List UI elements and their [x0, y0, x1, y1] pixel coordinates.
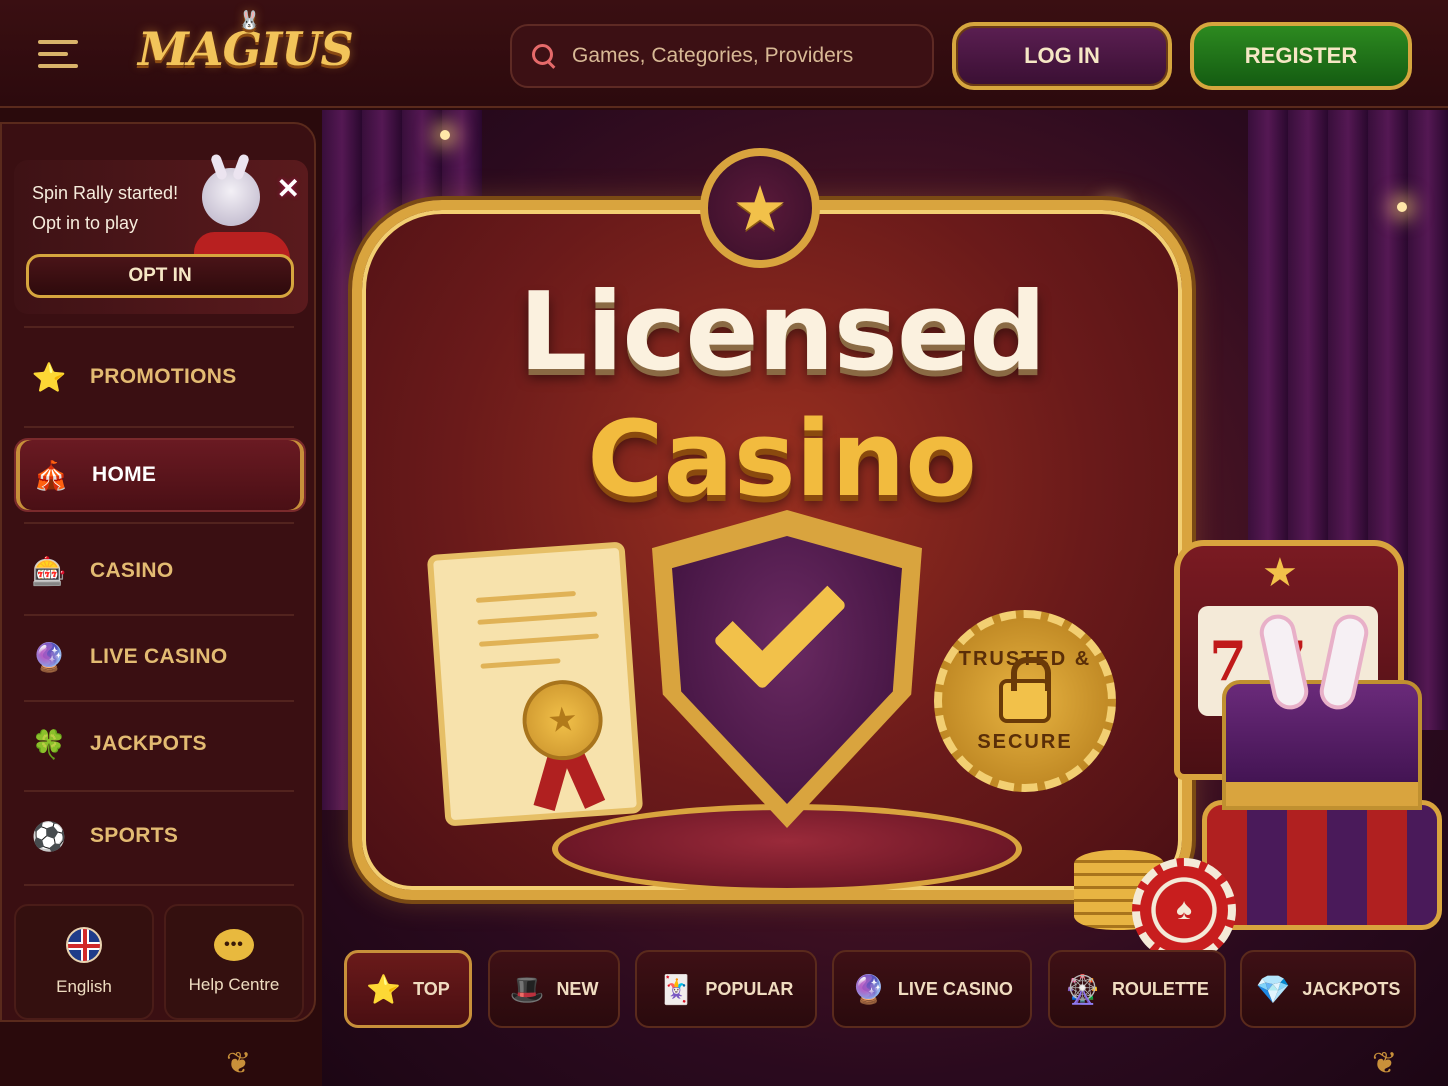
lock-icon — [999, 657, 1051, 723]
magic-hat-icon — [1222, 611, 1422, 810]
circus-tent-icon: 🎪 — [33, 459, 69, 491]
bunny-mascot-icon — [202, 168, 260, 226]
crystal-ball-icon: 🔮 — [851, 973, 886, 1005]
promo-text: Spin Rally started! Opt in to play — [32, 178, 178, 238]
jackpot-777-icon: 🍀 — [31, 728, 67, 760]
poker-chip-icon: ♠ — [1132, 858, 1236, 962]
promo-line2: Opt in to play — [32, 213, 139, 233]
category-jackpots[interactable]: 💎 JACKPOTS — [1240, 950, 1416, 1028]
license-certificate-icon: ★ — [426, 541, 644, 827]
sidebar: Spin Rally started! Opt in to play ✕ OPT… — [0, 122, 316, 1022]
category-new[interactable]: 🎩 NEW — [488, 950, 620, 1028]
circus-drum-icon — [1202, 800, 1442, 930]
divider — [24, 326, 294, 328]
hero-title-line2: Casino — [587, 398, 977, 520]
sidebar-item-live-casino[interactable]: 🔮 LIVE CASINO — [14, 620, 306, 694]
divider — [24, 700, 294, 702]
trusted-secure-seal-icon: TRUSTED & SECURE — [934, 610, 1116, 792]
ornament-right: ❦ — [1372, 1047, 1398, 1080]
star-box-icon: ⭐ — [366, 973, 402, 1005]
search-icon — [530, 42, 558, 70]
uk-flag-icon — [66, 927, 102, 963]
sidebar-item-casino[interactable]: 🎰 CASINO — [14, 534, 306, 608]
search-bar[interactable] — [510, 24, 934, 88]
star-badge-icon: ★ — [700, 148, 820, 268]
divider — [24, 426, 294, 428]
divider — [24, 614, 294, 616]
sidebar-item-jackpots[interactable]: 🍀 JACKPOTS — [14, 707, 306, 781]
bunny-ears-icon: 🐰 — [238, 10, 260, 31]
seal-text-bottom: SECURE — [977, 731, 1073, 753]
opt-in-button[interactable]: OPT IN — [26, 254, 294, 298]
sidebar-item-sports[interactable]: ⚽ SPORTS — [14, 799, 306, 873]
divider — [24, 884, 294, 886]
category-roulette[interactable]: 🎡 ROULETTE — [1048, 950, 1226, 1028]
ornament-left: ❦ — [226, 1047, 252, 1080]
jack-in-box-icon: ⭐ — [31, 361, 67, 393]
top-header: MAGIUS 🐰 LOG IN REGISTER — [0, 0, 1448, 108]
search-input[interactable] — [572, 44, 912, 68]
menu-icon[interactable] — [38, 40, 78, 70]
category-popular[interactable]: 🃏 POPULAR — [635, 950, 817, 1028]
hero-banner[interactable]: ★ Licensed Casino ★ TRUSTED & SECURE ★ 7… — [322, 110, 1448, 1086]
football-trophy-icon: ⚽ — [31, 820, 67, 852]
language-label: English — [56, 977, 112, 996]
category-label: POPULAR — [705, 978, 794, 999]
category-label: JACKPOTS — [1302, 978, 1401, 999]
login-button[interactable]: LOG IN — [952, 22, 1172, 90]
divider — [24, 790, 294, 792]
spotlight — [1397, 202, 1407, 212]
sidebar-item-promotions[interactable]: ⭐ PROMOTIONS — [14, 340, 306, 414]
category-top[interactable]: ⭐ TOP — [344, 950, 472, 1028]
sidebar-item-home[interactable]: 🎪 HOME — [14, 438, 306, 512]
hero-title-line1: Licensed — [518, 270, 1047, 395]
sidebar-item-label: SPORTS — [90, 824, 179, 847]
sidebar-item-label: CASINO — [90, 559, 174, 582]
promo-line1: Spin Rally started! — [32, 183, 179, 203]
sidebar-item-label: LIVE CASINO — [90, 645, 228, 668]
language-selector[interactable]: English — [14, 904, 154, 1020]
sidebar-item-label: JACKPOTS — [90, 732, 207, 755]
crystal-ball-icon: 🔮 — [31, 641, 67, 673]
chat-bubble-icon: ••• — [214, 929, 254, 961]
magic-hat-icon: 🎩 — [509, 973, 545, 1005]
jester-hat-icon: 🃏 — [658, 973, 694, 1005]
category-label: LIVE CASINO — [897, 978, 1013, 999]
sidebar-item-label: PROMOTIONS — [90, 365, 237, 388]
register-button[interactable]: REGISTER — [1190, 22, 1412, 90]
slot-777-icon: 🎰 — [31, 555, 67, 587]
roulette-icon: 🎡 — [1065, 973, 1100, 1005]
close-icon[interactable]: ✕ — [277, 172, 300, 205]
site-logo[interactable]: MAGIUS 🐰 — [138, 10, 358, 86]
spotlight — [440, 130, 450, 140]
help-label: Help Centre — [188, 975, 280, 994]
category-label: ROULETTE — [1111, 978, 1209, 999]
help-centre-button[interactable]: ••• Help Centre — [164, 904, 304, 1020]
category-live-casino[interactable]: 🔮 LIVE CASINO — [832, 950, 1032, 1028]
category-label: TOP — [413, 978, 450, 999]
category-label: NEW — [556, 978, 599, 999]
diamond-icon: 💎 — [1255, 973, 1291, 1005]
promo-card: Spin Rally started! Opt in to play ✕ OPT… — [14, 160, 308, 314]
sidebar-item-label: HOME — [92, 463, 157, 486]
divider — [24, 522, 294, 524]
